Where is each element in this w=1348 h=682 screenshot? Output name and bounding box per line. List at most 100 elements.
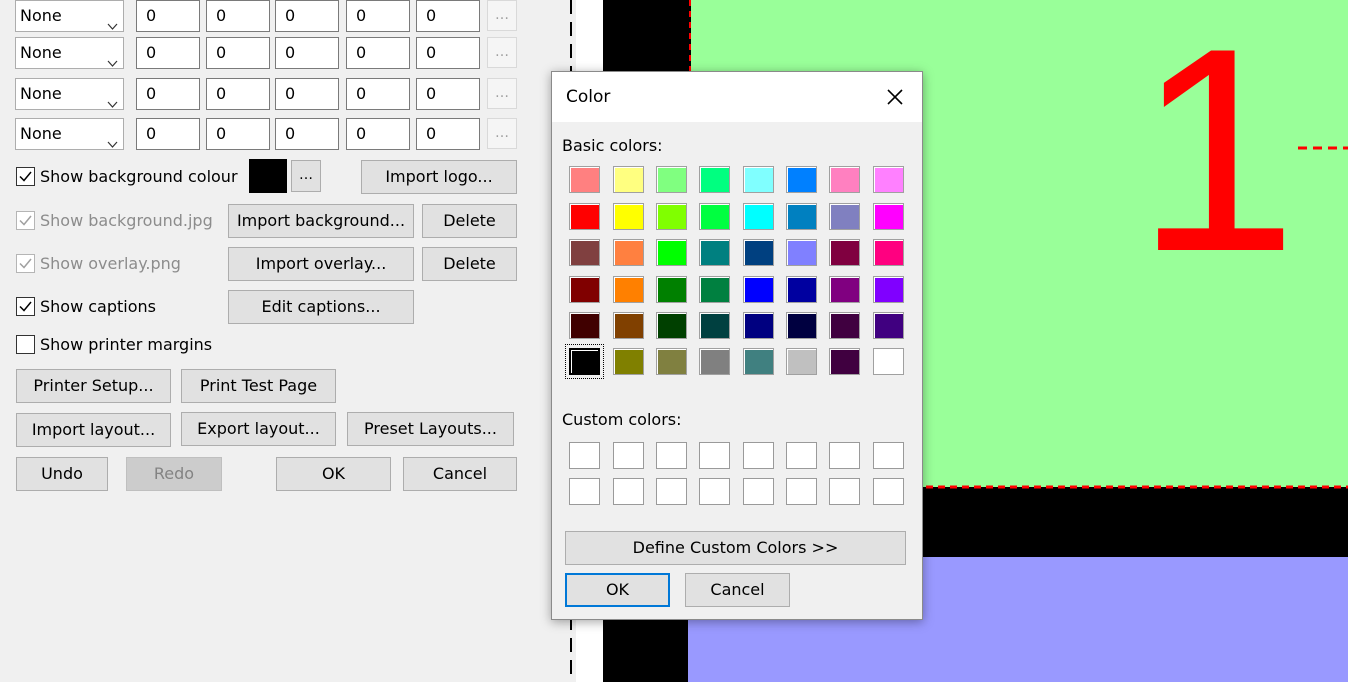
basic-color-swatch[interactable] — [743, 203, 774, 230]
row-1-value-1[interactable]: 0 — [136, 0, 200, 32]
show-bg-colour-checkbox[interactable] — [16, 167, 35, 186]
basic-color-swatch[interactable] — [873, 312, 904, 339]
row-2-value-2[interactable]: 0 — [206, 37, 270, 69]
row-2-more-button[interactable]: … — [487, 37, 517, 68]
row-3-value-5[interactable]: 0 — [416, 78, 480, 110]
basic-color-swatch[interactable] — [613, 312, 644, 339]
row-3-value-2[interactable]: 0 — [206, 78, 270, 110]
basic-color-swatch[interactable] — [743, 276, 774, 303]
basic-color-swatch[interactable] — [829, 312, 860, 339]
import-logo-button[interactable]: Import logo... — [361, 160, 517, 194]
delete-background-button[interactable]: Delete — [422, 204, 517, 238]
color-ok-button[interactable]: OK — [565, 573, 670, 607]
basic-color-swatch[interactable] — [786, 348, 817, 375]
basic-color-swatch[interactable] — [656, 348, 687, 375]
basic-color-swatch[interactable] — [786, 312, 817, 339]
basic-color-swatch[interactable] — [569, 239, 600, 266]
row-4-value-4[interactable]: 0 — [346, 118, 410, 150]
basic-color-swatch[interactable] — [873, 276, 904, 303]
custom-color-swatch[interactable] — [613, 478, 644, 505]
basic-color-swatch[interactable] — [613, 276, 644, 303]
basic-color-swatch[interactable] — [699, 312, 730, 339]
import-overlay-button[interactable]: Import overlay... — [228, 247, 414, 281]
basic-color-swatch[interactable] — [613, 239, 644, 266]
import-layout-button[interactable]: Import layout... — [16, 413, 171, 447]
custom-color-swatch[interactable] — [699, 442, 730, 469]
edit-captions-button[interactable]: Edit captions... — [228, 290, 414, 324]
redo-button[interactable]: Redo — [126, 457, 222, 491]
custom-color-swatch[interactable] — [743, 442, 774, 469]
basic-color-swatch[interactable] — [873, 166, 904, 193]
row-3-more-button[interactable]: … — [487, 78, 517, 109]
close-icon[interactable] — [882, 84, 908, 110]
show-captions-checkbox[interactable] — [16, 297, 35, 316]
delete-overlay-button[interactable]: Delete — [422, 247, 517, 281]
basic-color-swatch[interactable] — [613, 166, 644, 193]
ok-button[interactable]: OK — [276, 457, 391, 491]
basic-color-swatch[interactable] — [656, 312, 687, 339]
basic-color-swatch[interactable] — [786, 166, 817, 193]
basic-color-swatch[interactable] — [569, 276, 600, 303]
row-4-select[interactable]: None — [15, 118, 124, 150]
basic-color-swatch[interactable] — [656, 239, 687, 266]
background-colour-swatch[interactable] — [249, 159, 287, 193]
custom-color-swatch[interactable] — [829, 478, 860, 505]
bg-colour-picker-button[interactable]: … — [291, 160, 321, 192]
custom-color-swatch[interactable] — [569, 478, 600, 505]
basic-color-swatch[interactable] — [699, 166, 730, 193]
row-4-value-5[interactable]: 0 — [416, 118, 480, 150]
row-4-value-2[interactable]: 0 — [206, 118, 270, 150]
basic-color-swatch[interactable] — [829, 166, 860, 193]
basic-color-swatch[interactable] — [656, 203, 687, 230]
basic-color-swatch[interactable] — [656, 166, 687, 193]
custom-color-swatch[interactable] — [613, 442, 644, 469]
print-test-page-button[interactable]: Print Test Page — [181, 369, 336, 403]
cancel-button[interactable]: Cancel — [403, 457, 517, 491]
custom-color-swatch[interactable] — [656, 478, 687, 505]
custom-color-swatch[interactable] — [786, 442, 817, 469]
row-3-select[interactable]: None — [15, 78, 124, 110]
row-2-value-5[interactable]: 0 — [416, 37, 480, 69]
preset-layouts-button[interactable]: Preset Layouts... — [347, 412, 514, 446]
custom-color-swatch[interactable] — [569, 442, 600, 469]
row-3-value-4[interactable]: 0 — [346, 78, 410, 110]
basic-color-swatch[interactable] — [613, 203, 644, 230]
row-2-value-1[interactable]: 0 — [136, 37, 200, 69]
custom-color-swatch[interactable] — [786, 478, 817, 505]
row-1-value-3[interactable]: 0 — [275, 0, 339, 32]
basic-color-swatch[interactable] — [786, 239, 817, 266]
basic-color-swatch[interactable] — [699, 239, 730, 266]
basic-color-swatch[interactable] — [569, 166, 600, 193]
basic-color-swatch[interactable] — [699, 203, 730, 230]
row-3-value-1[interactable]: 0 — [136, 78, 200, 110]
define-custom-colors-button[interactable]: Define Custom Colors >> — [565, 531, 906, 565]
basic-color-swatch[interactable] — [873, 239, 904, 266]
basic-color-swatch[interactable] — [613, 348, 644, 375]
custom-color-swatch[interactable] — [656, 442, 687, 469]
row-1-value-5[interactable]: 0 — [416, 0, 480, 32]
custom-color-swatch[interactable] — [829, 442, 860, 469]
row-1-value-2[interactable]: 0 — [206, 0, 270, 32]
basic-color-swatch[interactable] — [565, 344, 604, 379]
show-overlay-checkbox[interactable] — [16, 254, 35, 273]
basic-color-swatch[interactable] — [829, 348, 860, 375]
custom-color-swatch[interactable] — [873, 442, 904, 469]
basic-color-swatch[interactable] — [829, 239, 860, 266]
row-4-value-1[interactable]: 0 — [136, 118, 200, 150]
basic-color-swatch[interactable] — [829, 203, 860, 230]
row-4-value-3[interactable]: 0 — [275, 118, 339, 150]
basic-color-swatch[interactable] — [743, 312, 774, 339]
basic-color-swatch[interactable] — [569, 312, 600, 339]
basic-color-swatch[interactable] — [743, 239, 774, 266]
show-printer-margins-checkbox[interactable] — [16, 335, 35, 354]
basic-color-swatch[interactable] — [786, 203, 817, 230]
basic-color-swatch[interactable] — [699, 348, 730, 375]
printer-setup-button[interactable]: Printer Setup... — [16, 369, 171, 403]
row-1-more-button[interactable]: … — [487, 0, 517, 31]
basic-color-swatch[interactable] — [829, 276, 860, 303]
row-2-value-4[interactable]: 0 — [346, 37, 410, 69]
basic-color-swatch[interactable] — [873, 203, 904, 230]
export-layout-button[interactable]: Export layout... — [181, 412, 336, 446]
basic-color-swatch[interactable] — [786, 276, 817, 303]
import-background-button[interactable]: Import background... — [228, 204, 414, 238]
